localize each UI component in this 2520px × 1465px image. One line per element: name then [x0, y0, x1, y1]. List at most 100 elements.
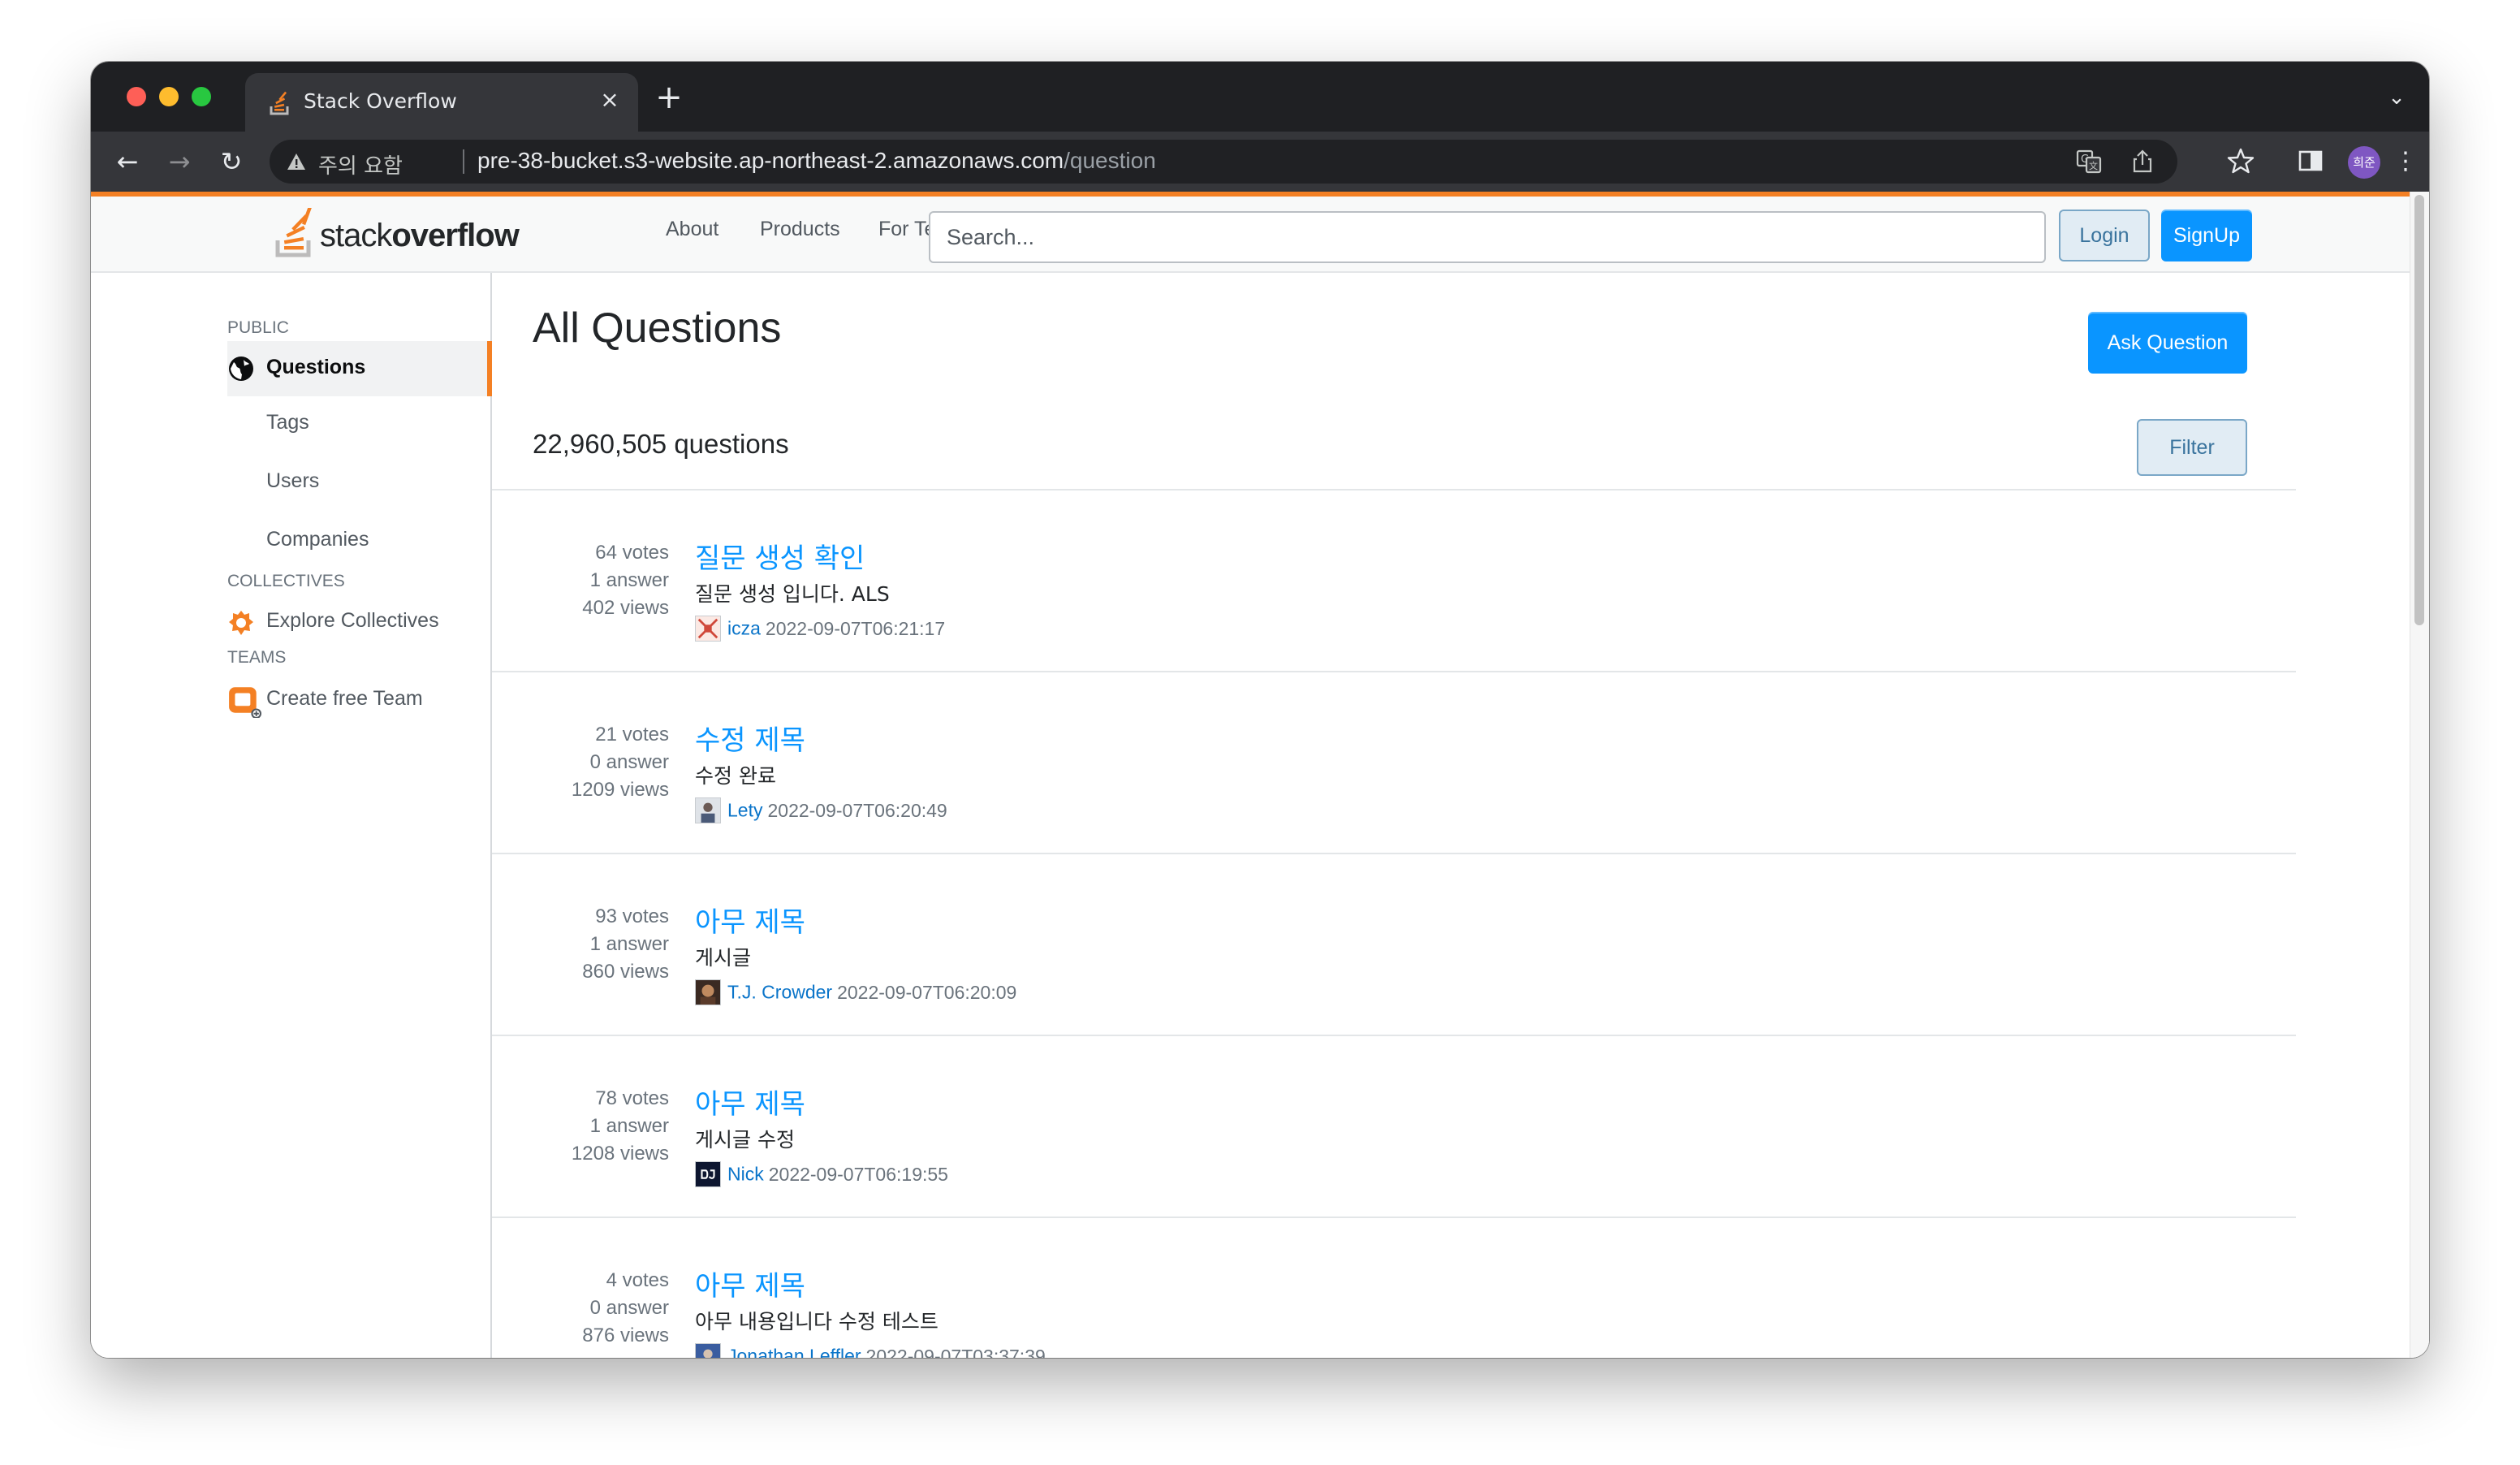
new-tab-button[interactable]: +: [651, 80, 687, 115]
reload-button[interactable]: ↻: [213, 143, 250, 180]
forward-button[interactable]: →: [161, 143, 198, 180]
globe-icon: [229, 357, 253, 381]
sidebar-heading-collectives: COLLECTIVES: [227, 572, 345, 590]
user-avatar[interactable]: [695, 797, 721, 823]
collectives-icon: [229, 611, 253, 635]
logo-wordmark[interactable]: stackoverflow: [320, 218, 520, 254]
user-avatar[interactable]: [695, 979, 721, 1005]
sidebar-item-label: Users: [266, 469, 320, 492]
question-row: 4 votes 0 answer 876 views 아무 제목 아무 내용입니…: [492, 1218, 2296, 1358]
post-time: 2022-09-07T06:21:17: [765, 617, 946, 639]
address-bar[interactable]: 주의 요함 pre-38-bucket.s3-website.ap-northe…: [270, 140, 2177, 184]
question-meta: Jonathan Leffler 2022-09-07T03:37:39: [695, 1343, 1046, 1358]
question-row: 21 votes 0 answer 1209 views 수정 제목 수정 완료…: [492, 672, 2296, 854]
minimize-window-button[interactable]: [159, 87, 179, 106]
question-title-link[interactable]: 아무 제목: [695, 900, 805, 940]
sidebar-item-companies[interactable]: Companies: [227, 513, 492, 568]
tab-strip: Stack Overflow × + ⌄: [91, 62, 2429, 132]
stackoverflow-logo-icon[interactable]: [273, 208, 321, 260]
sidebar-item-create-team[interactable]: Create free Team: [227, 672, 492, 728]
vote-count: 78 votes: [595, 1087, 669, 1109]
logo-text-light: stack: [320, 218, 392, 253]
warning-icon[interactable]: [286, 151, 307, 172]
question-meta: icza 2022-09-07T06:21:17: [695, 616, 945, 642]
author-link[interactable]: Nick: [727, 1164, 764, 1185]
signup-button[interactable]: SignUp: [2161, 210, 2252, 261]
view-count: 876 views: [582, 1325, 669, 1346]
side-panel-icon[interactable]: [2294, 145, 2327, 177]
url-host: pre-38-bucket.s3-website.ap-northeast-2.…: [477, 148, 1064, 173]
answer-count: 1 answer: [589, 933, 669, 955]
post-time: 2022-09-07T06:20:09: [837, 981, 1017, 1003]
left-sidebar: PUBLIC Questions Tags Users Companies CO…: [91, 273, 492, 1358]
zoom-window-button[interactable]: [192, 87, 211, 106]
sidebar-item-label: Explore Collectives: [266, 609, 439, 632]
question-stats: 4 votes 0 answer 876 views: [492, 1267, 669, 1350]
url-text[interactable]: pre-38-bucket.s3-website.ap-northeast-2.…: [477, 148, 1156, 174]
browser-toolbar: ← → ↻ 주의 요함 pre-38-bucket.s3-website.ap-…: [91, 132, 2429, 192]
question-excerpt: 게시글 수정: [695, 1128, 795, 1152]
logo-text-bold: overflow: [391, 218, 519, 253]
question-row: 64 votes 1 answer 402 views 질문 생성 확인 질문 …: [492, 490, 2296, 672]
browser-tab-active[interactable]: Stack Overflow ×: [245, 73, 638, 132]
question-row: 78 votes 1 answer 1208 views 아무 제목 게시글 수…: [492, 1036, 2296, 1218]
search-input[interactable]: [929, 211, 2046, 263]
close-window-button[interactable]: [127, 87, 146, 106]
sidebar-item-questions[interactable]: Questions: [227, 341, 492, 396]
question-title-link[interactable]: 질문 생성 확인: [695, 536, 865, 576]
scrollbar-thumb[interactable]: [2414, 195, 2424, 625]
author-link[interactable]: Jonathan Leffler: [727, 1346, 861, 1359]
question-title-link[interactable]: 수정 제목: [695, 718, 805, 758]
question-meta: T.J. Crowder 2022-09-07T06:20:09: [695, 979, 1016, 1005]
author-link[interactable]: Lety: [727, 800, 762, 821]
tab-search-icon[interactable]: ⌄: [2380, 83, 2413, 112]
question-title-link[interactable]: 아무 제목: [695, 1082, 805, 1121]
svg-text:文: 文: [2089, 160, 2098, 171]
main-content: All Questions Ask Question 22,960,505 qu…: [492, 273, 2296, 1358]
vote-count: 93 votes: [595, 905, 669, 927]
author-link[interactable]: T.J. Crowder: [727, 982, 832, 1003]
view-count: 1209 views: [571, 779, 669, 801]
url-path: /question: [1064, 148, 1156, 173]
post-time: 2022-09-07T06:19:55: [768, 1163, 948, 1185]
question-title-link[interactable]: 아무 제목: [695, 1264, 805, 1303]
user-avatar[interactable]: [695, 1343, 721, 1358]
vote-count: 4 votes: [606, 1269, 669, 1291]
question-excerpt: 게시글: [695, 946, 752, 970]
tab-close-icon[interactable]: ×: [596, 86, 624, 114]
share-icon[interactable]: [2129, 148, 2156, 175]
web-page: stackoverflow About Products For Teams L…: [91, 192, 2429, 1358]
login-button[interactable]: Login: [2059, 210, 2150, 261]
view-count: 1208 views: [571, 1143, 669, 1165]
question-excerpt: 질문 생성 입니다. ALS: [695, 582, 890, 606]
answer-count: 1 answer: [589, 1115, 669, 1137]
briefcase-icon: [229, 687, 261, 718]
question-stats: 78 votes 1 answer 1208 views: [492, 1085, 669, 1168]
question-stats: 21 votes 0 answer 1209 views: [492, 721, 669, 804]
browser-menu-icon[interactable]: ⋮: [2393, 143, 2418, 180]
tab-title: Stack Overflow: [304, 89, 457, 113]
author-link[interactable]: icza: [727, 618, 761, 639]
browser-window: Stack Overflow × + ⌄ ← → ↻ 주의 요함 pre-38-…: [91, 62, 2429, 1358]
sidebar-item-label: Create free Team: [266, 687, 423, 710]
bookmark-star-icon[interactable]: [2224, 145, 2257, 177]
nav-about[interactable]: About: [666, 218, 718, 241]
back-button[interactable]: ←: [109, 143, 146, 180]
view-count: 402 views: [582, 597, 669, 619]
profile-avatar[interactable]: 희준: [2348, 146, 2380, 179]
question-meta: Nick 2022-09-07T06:19:55: [695, 1161, 948, 1187]
ask-question-button[interactable]: Ask Question: [2088, 312, 2247, 374]
sidebar-item-tags[interactable]: Tags: [227, 396, 492, 452]
page-scrollbar[interactable]: [2410, 192, 2429, 1358]
omnibox-divider: [463, 149, 464, 174]
user-avatar[interactable]: [695, 616, 721, 642]
question-stats: 64 votes 1 answer 402 views: [492, 539, 669, 622]
view-count: 860 views: [582, 961, 669, 983]
security-status[interactable]: 주의 요함: [318, 149, 403, 179]
sidebar-item-explore-collectives[interactable]: Explore Collectives: [227, 594, 492, 650]
translate-icon[interactable]: G 文: [2075, 148, 2103, 175]
user-avatar[interactable]: [695, 1161, 721, 1187]
sidebar-item-users[interactable]: Users: [227, 455, 492, 510]
filter-button[interactable]: Filter: [2137, 419, 2247, 476]
nav-products[interactable]: Products: [760, 218, 840, 241]
